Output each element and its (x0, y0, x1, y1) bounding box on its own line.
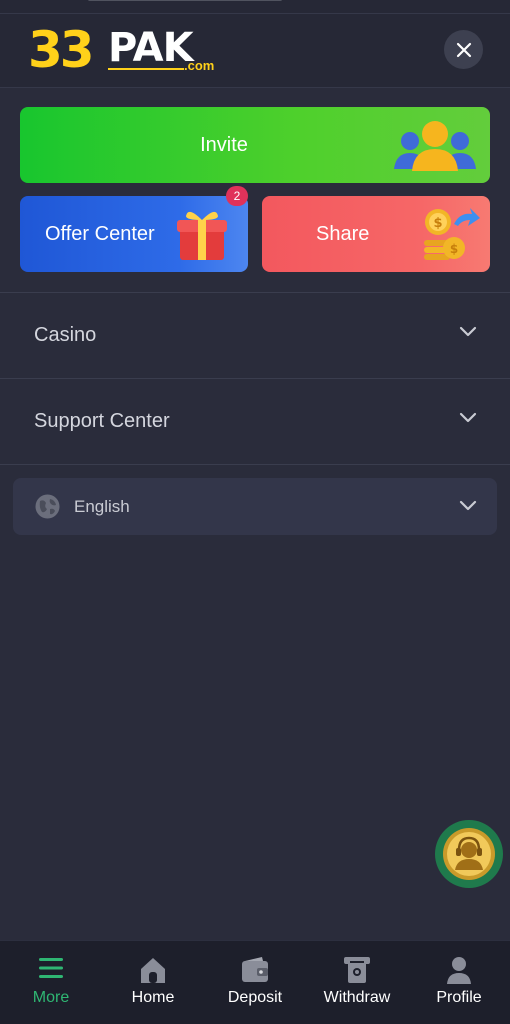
chevron-down-icon (459, 500, 477, 511)
tab-profile[interactable]: Profile (408, 941, 510, 1024)
header: 33 PAK .com (0, 14, 510, 88)
coins-share-icon: $ $ (424, 208, 480, 260)
offer-center-label: Offer Center (45, 222, 155, 245)
logo-word: PAK (108, 25, 194, 71)
share-button[interactable]: Share $ $ (262, 196, 490, 272)
users-icon (394, 121, 476, 171)
support-center-label: Support Center (34, 409, 170, 432)
tab-label: Home (131, 989, 175, 1006)
offer-center-button[interactable]: Offer Center (20, 196, 248, 272)
logo-underline (108, 68, 184, 70)
language-selector[interactable]: English (13, 478, 497, 535)
tab-label: Deposit (227, 989, 283, 1006)
menu-item-support-center[interactable]: Support Center (0, 379, 510, 463)
withdraw-icon (344, 957, 370, 983)
tab-deposit[interactable]: Deposit (204, 941, 306, 1024)
offer-count-badge: 2 (226, 186, 248, 206)
handle-bar (88, 0, 282, 1)
menu-item-casino[interactable]: Casino (0, 293, 510, 377)
casino-label: Casino (34, 323, 97, 346)
tab-label: More (32, 989, 70, 1006)
chevron-down-icon (459, 412, 477, 423)
svg-text:$: $ (450, 242, 458, 256)
brand-logo[interactable]: 33 PAK .com (28, 22, 228, 78)
invite-label: Invite (200, 133, 248, 156)
bottom-tab-bar: More Home Deposit Withdraw Profile (0, 940, 510, 1024)
language-label: English (74, 496, 130, 516)
top-edge (0, 0, 510, 14)
tab-label: Withdraw (323, 989, 391, 1006)
globe-icon (35, 494, 60, 519)
tab-label: Profile (436, 989, 482, 1006)
logo-suffix: .com (184, 58, 215, 73)
divider (0, 464, 510, 465)
close-button[interactable] (444, 30, 483, 69)
menu-icon (39, 958, 63, 978)
support-agent-icon (443, 828, 495, 880)
customer-support-button[interactable] (435, 820, 503, 888)
gift-icon (177, 211, 227, 260)
home-icon (141, 958, 165, 983)
invite-button[interactable]: Invite (20, 107, 490, 183)
tab-more[interactable]: More (0, 941, 102, 1024)
tab-home[interactable]: Home (102, 941, 204, 1024)
logo-number: 33 (28, 21, 95, 79)
close-icon (456, 42, 471, 57)
user-icon (447, 957, 471, 984)
svg-text:$: $ (433, 216, 442, 231)
tab-withdraw[interactable]: Withdraw (306, 941, 408, 1024)
share-label: Share (316, 222, 370, 245)
wallet-icon (242, 957, 268, 982)
chevron-down-icon (459, 326, 477, 337)
